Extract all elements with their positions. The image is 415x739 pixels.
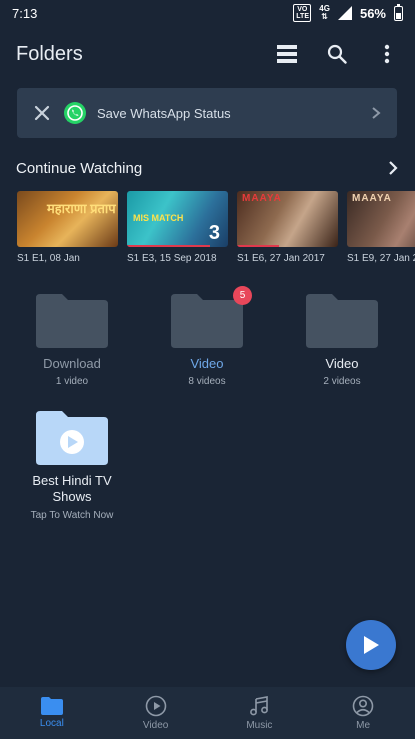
page-title: Folders <box>16 42 83 65</box>
folder-download[interactable]: Download 1 video <box>12 292 132 387</box>
continue-watching-header: Continue Watching <box>16 154 399 182</box>
watch-progress-bar <box>237 245 280 247</box>
thumbnail-title: MAAYA <box>242 193 282 204</box>
bottom-navigation: Local Video Music Me <box>0 687 415 739</box>
list-view-icon <box>277 45 297 63</box>
thumbnail-title: महाराणा प्रताप <box>47 201 116 216</box>
close-icon[interactable] <box>33 104 51 122</box>
continue-item[interactable]: MIS MATCH 3 S1 E3, 15 Sep 2018 <box>127 191 228 271</box>
nav-video[interactable]: Video <box>104 687 208 739</box>
person-icon <box>352 695 374 717</box>
nav-label: Local <box>39 718 64 729</box>
folder-count: 8 videos <box>188 376 226 387</box>
continue-watching-list: महाराणा प्रताप S1 E1, 08 Jan MIS MATCH 3… <box>17 191 415 271</box>
watch-progress-bar <box>127 245 210 247</box>
network-4g-icon: 4G ⇅ <box>319 4 330 21</box>
folder-name: Best Hindi TV Shows <box>32 473 112 504</box>
nav-label: Video <box>142 720 169 731</box>
folder-name: Video <box>325 356 359 371</box>
play-icon <box>364 636 379 654</box>
banner-text: Save WhatsApp Status <box>97 105 231 121</box>
whatsapp-icon <box>64 102 86 124</box>
folder-play-icon <box>36 409 108 465</box>
folder-video-2[interactable]: Video 2 videos <box>282 292 402 387</box>
nav-me[interactable]: Me <box>311 687 415 739</box>
nav-label: Me <box>356 720 371 731</box>
folder-best-hindi-tv-shows[interactable]: Best Hindi TV Shows Tap To Watch Now <box>12 409 132 521</box>
folder-icon <box>36 292 108 348</box>
video-thumbnail[interactable]: MAAYA <box>237 191 338 247</box>
thumbnail-title: MAAYA <box>352 193 392 204</box>
episode-caption: S1 E9, 27 Jan 2017 <box>347 253 415 264</box>
search-icon <box>327 44 347 64</box>
status-icons: VO LTE 4G ⇅ 56% <box>293 3 403 22</box>
chevron-right-icon[interactable] <box>387 160 399 176</box>
more-options-button[interactable] <box>375 42 399 66</box>
episode-caption: S1 E3, 15 Sep 2018 <box>127 253 217 264</box>
music-note-icon <box>250 696 269 716</box>
folder-video-8[interactable]: 5 Video 8 videos <box>147 286 267 387</box>
play-circle-icon <box>145 695 166 717</box>
video-thumbnail[interactable]: MAAYA <box>347 191 415 247</box>
volte-icon: VO LTE <box>293 4 312 22</box>
play-fab-button[interactable] <box>346 620 396 670</box>
folder-count: 1 video <box>55 376 89 387</box>
chevron-right-icon[interactable] <box>369 106 383 120</box>
list-view-button[interactable] <box>275 42 299 66</box>
battery-percent: 56% <box>359 5 386 21</box>
continue-item[interactable]: MAAYA S1 E6, 27 Jan 2017 <box>237 191 338 271</box>
episode-caption: S1 E1, 08 Jan <box>17 253 80 264</box>
continue-item[interactable]: महाराणा प्रताप S1 E1, 08 Jan <box>17 191 118 271</box>
app-bar: Folders <box>0 26 415 82</box>
network-label: 4G <box>319 4 330 13</box>
whatsapp-status-banner[interactable]: Save WhatsApp Status <box>17 88 397 138</box>
battery-icon <box>394 3 403 21</box>
continue-item[interactable]: MAAYA S1 E9, 27 Jan 2017 <box>347 191 415 271</box>
nav-music[interactable]: Music <box>208 687 312 739</box>
search-button[interactable] <box>325 42 349 66</box>
folder-subtitle: Tap To Watch Now <box>30 510 114 521</box>
folder-icon <box>40 697 63 715</box>
folder-icon <box>306 292 378 348</box>
episode-caption: S1 E6, 27 Jan 2017 <box>237 253 325 264</box>
nav-label: Music <box>246 720 273 731</box>
status-time: 7:13 <box>12 5 38 21</box>
status-bar: 7:13 VO LTE 4G ⇅ 56% <box>0 0 415 26</box>
thumbnail-title: MIS MATCH <box>133 213 184 223</box>
thumbnail-number: 3 <box>208 222 220 244</box>
video-thumbnail[interactable]: महाराणा प्रताप <box>17 191 118 247</box>
signal-icon <box>337 6 352 20</box>
nav-local[interactable]: Local <box>0 687 104 739</box>
folder-count: 2 videos <box>323 376 361 387</box>
video-thumbnail[interactable]: MIS MATCH 3 <box>127 191 228 247</box>
folder-name: Video <box>190 356 224 371</box>
more-vert-icon <box>384 44 390 64</box>
folder-name: Download <box>43 356 101 371</box>
new-videos-badge: 5 <box>233 286 252 305</box>
folder-icon: 5 <box>171 286 252 348</box>
section-title: Continue Watching <box>16 159 143 177</box>
